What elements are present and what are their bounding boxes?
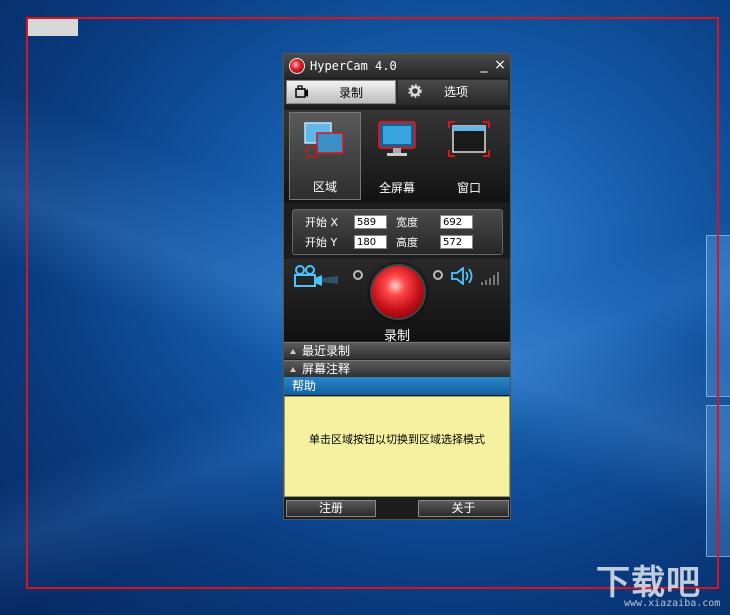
mode-window-label: 窗口: [456, 181, 481, 195]
mode-fullscreen-label: 全屏幕: [378, 181, 415, 195]
minimize-button[interactable]: _: [476, 56, 492, 74]
start-y-input[interactable]: 180: [354, 235, 387, 249]
tab-record[interactable]: 录制: [286, 80, 396, 104]
webcam-icon[interactable]: [292, 264, 340, 290]
width-label: 宽度: [396, 216, 418, 229]
expand-triangle-icon: [290, 367, 296, 372]
speaker-icon[interactable]: [450, 267, 476, 285]
height-label: 高度: [396, 236, 418, 249]
register-button[interactable]: 注册: [286, 500, 376, 517]
webcam-settings-gear-icon[interactable]: [353, 270, 363, 280]
start-x-label: 开始 X: [305, 216, 339, 229]
watermark-url: www.xiazaiba.com: [624, 598, 721, 609]
section-recent-recordings[interactable]: 最近录制: [284, 342, 510, 359]
audio-settings-gear-icon[interactable]: [433, 270, 443, 280]
mode-fullscreen-button[interactable]: 全屏幕: [361, 112, 433, 200]
close-button[interactable]: ×: [492, 56, 508, 74]
help-title: 帮助: [292, 379, 317, 393]
section-screen-notes[interactable]: 屏幕注释: [284, 360, 510, 377]
monitor-icon: [378, 121, 416, 156]
gear-icon: [408, 84, 422, 98]
section-recent-label: 最近录制: [302, 344, 351, 358]
capture-mode-panel: 区域 全屏幕 窗口: [284, 110, 510, 202]
hypercam-window: HyperCam 4.0 _ × 录制 选项 区域 全屏幕 窗口 开始 X 58…: [283, 53, 511, 520]
record-area: 录制: [284, 259, 510, 344]
mode-region-button[interactable]: 区域: [289, 112, 361, 200]
hypercam-logo-icon: [289, 58, 305, 74]
volume-level-icon: [481, 272, 499, 285]
title-bar[interactable]: HyperCam 4.0 _ ×: [284, 54, 510, 78]
camera-icon: [295, 85, 308, 98]
tab-record-label: 录制: [339, 86, 364, 100]
coordinates-panel: 开始 X 589 宽度 692 开始 Y 180 高度 572: [292, 209, 503, 255]
region-icon: [304, 122, 344, 158]
tab-options-label: 选项: [444, 85, 469, 99]
tab-bar: 录制 选项: [284, 79, 510, 105]
start-y-label: 开始 Y: [305, 236, 338, 249]
section-notes-label: 屏幕注释: [302, 362, 351, 376]
expand-triangle-icon: [290, 349, 296, 354]
mode-window-button[interactable]: 窗口: [433, 112, 505, 200]
watermark-logo: 下载吧: [596, 563, 701, 603]
app-title: HyperCam 4.0: [310, 59, 397, 73]
help-panel: 单击区域按钮以切换到区域选择模式: [284, 396, 510, 497]
help-header[interactable]: 帮助: [284, 377, 510, 395]
mode-region-label: 区域: [312, 180, 337, 194]
window-icon: [448, 121, 490, 157]
tab-options[interactable]: 选项: [398, 80, 508, 104]
capture-region-handle[interactable]: [28, 19, 78, 36]
record-button[interactable]: [370, 264, 426, 320]
width-input[interactable]: 692: [440, 215, 473, 229]
height-input[interactable]: 572: [440, 235, 473, 249]
help-text: 单击区域按钮以切换到区域选择模式: [309, 433, 485, 446]
start-x-input[interactable]: 589: [354, 215, 387, 229]
about-button[interactable]: 关于: [418, 500, 509, 517]
